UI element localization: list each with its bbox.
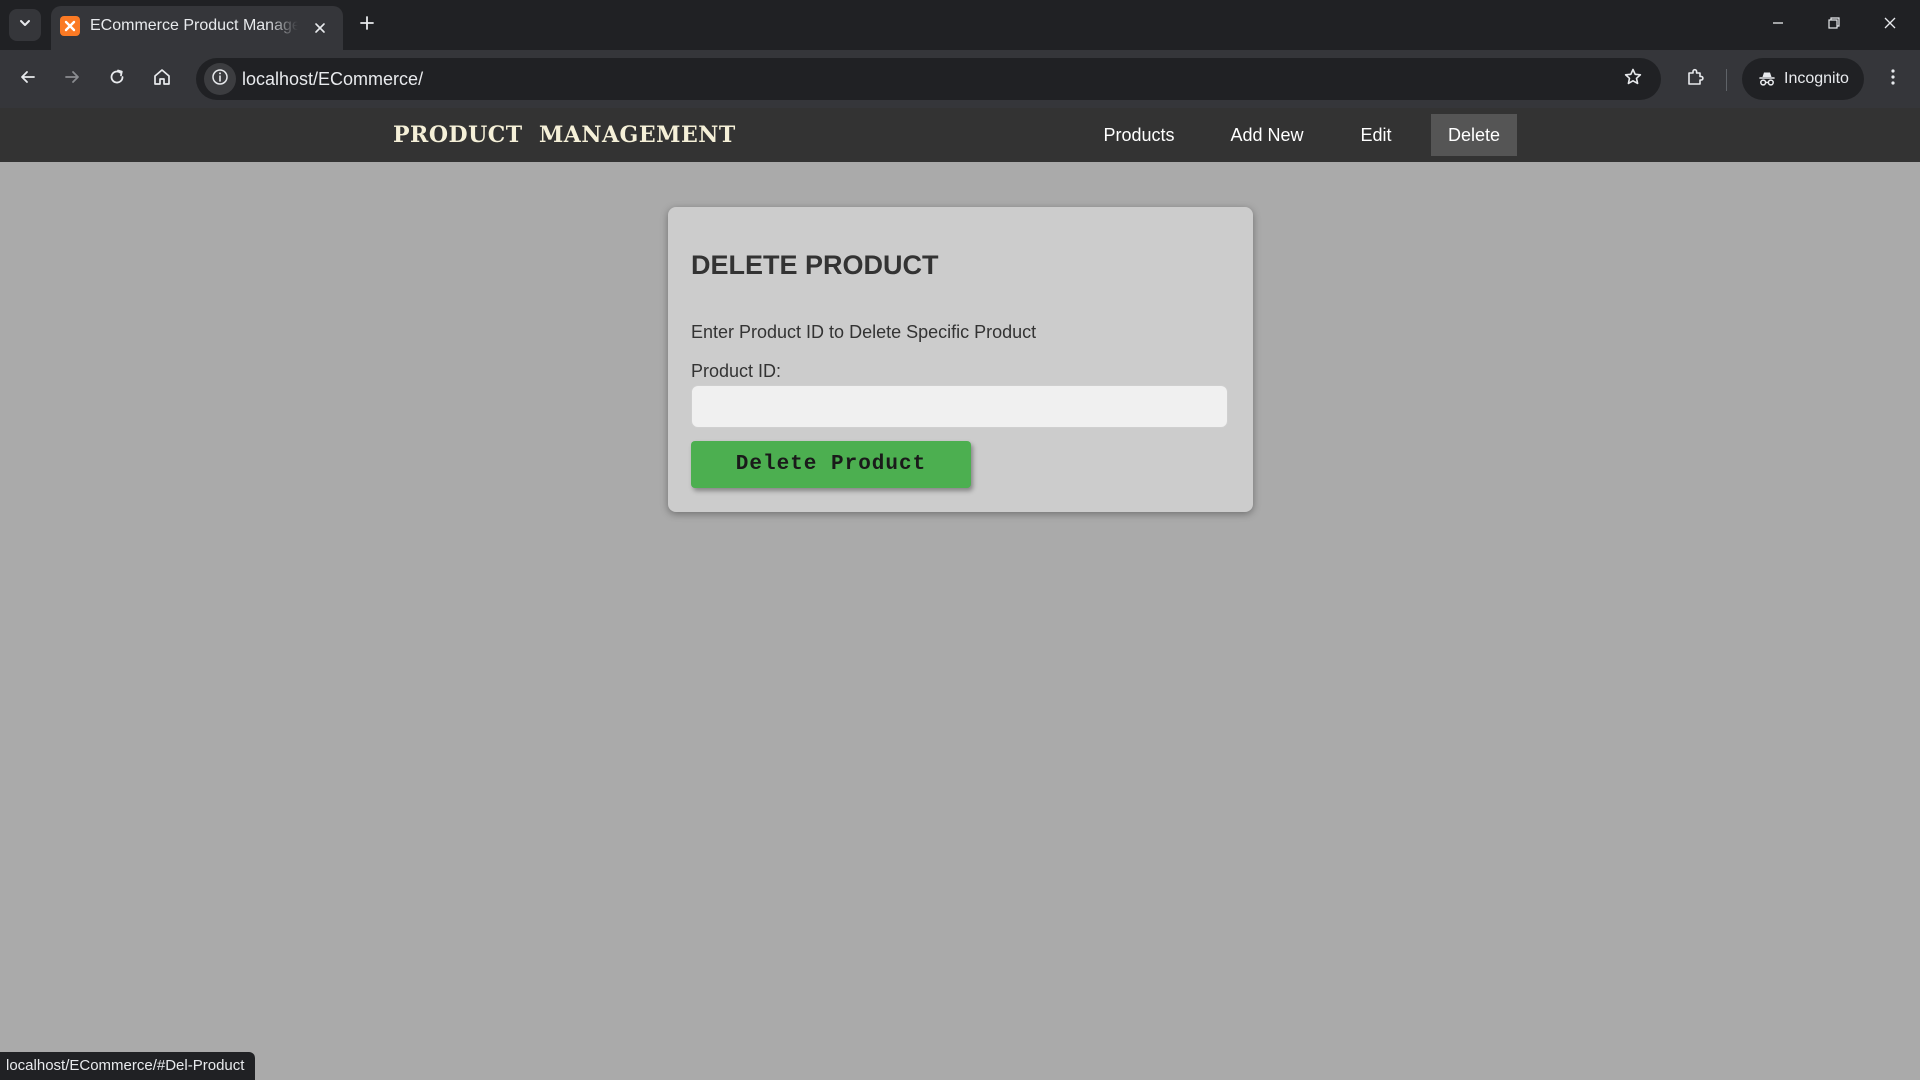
close-icon[interactable]: [309, 17, 331, 39]
restore-icon: [1827, 16, 1841, 35]
incognito-profile-button[interactable]: Incognito: [1742, 58, 1864, 100]
chevron-down-icon: [18, 16, 32, 35]
status-bar-url: localhost/ECommerce/#Del-Product: [0, 1052, 255, 1080]
back-button[interactable]: [11, 62, 45, 96]
browser-menu-button[interactable]: [1876, 62, 1910, 96]
nav-edit[interactable]: Edit: [1346, 114, 1406, 156]
delete-product-card: DELETE PRODUCT Enter Product ID to Delet…: [668, 207, 1253, 512]
site-header: PRODUCT MANAGEMENT Products Add New Edit…: [0, 108, 1920, 162]
forward-button[interactable]: [55, 62, 89, 96]
puzzle-icon: [1685, 67, 1705, 92]
url-text[interactable]: localhost/ECommerce/: [242, 69, 423, 90]
card-description: Enter Product ID to Delete Specific Prod…: [691, 322, 1037, 342]
incognito-icon: [1756, 68, 1778, 90]
reload-button[interactable]: [100, 62, 134, 96]
restore-button[interactable]: [1806, 0, 1862, 50]
incognito-label: Incognito: [1784, 70, 1849, 87]
tab-search-button[interactable]: [9, 9, 41, 41]
site-info-button[interactable]: [204, 63, 236, 95]
star-icon: [1623, 67, 1643, 92]
tab-title: ECommerce Product Management: [90, 17, 298, 34]
site-brand: PRODUCT MANAGEMENT: [393, 122, 736, 148]
window-close-button[interactable]: [1862, 0, 1918, 50]
nav-delete[interactable]: Delete: [1431, 114, 1517, 156]
address-bar[interactable]: localhost/ECommerce/: [196, 58, 1661, 100]
product-id-input[interactable]: [691, 385, 1228, 428]
nav-products[interactable]: Products: [1090, 114, 1188, 156]
xampp-icon: [60, 16, 80, 36]
new-tab-button[interactable]: [353, 11, 381, 39]
browser-tab[interactable]: ECommerce Product Management: [51, 6, 343, 50]
reload-icon: [107, 67, 127, 92]
extensions-button[interactable]: [1678, 62, 1712, 96]
bookmark-star-button[interactable]: [1617, 63, 1649, 95]
delete-product-button[interactable]: Delete Product: [691, 441, 971, 488]
toolbar-divider: [1726, 69, 1727, 91]
close-icon: [1883, 16, 1897, 35]
arrow-left-icon: [18, 67, 38, 92]
minimize-button[interactable]: [1750, 0, 1806, 50]
browser-tab-strip: ECommerce Product Management: [0, 0, 1920, 50]
home-button[interactable]: [145, 62, 179, 96]
info-icon: [211, 68, 229, 91]
product-id-label: Product ID:: [691, 361, 782, 381]
arrow-right-icon: [62, 67, 82, 92]
more-vertical-icon: [1883, 67, 1903, 92]
minimize-icon: [1771, 16, 1785, 35]
nav-add-new[interactable]: Add New: [1218, 114, 1316, 156]
plus-icon: [359, 15, 375, 36]
home-icon: [152, 67, 172, 92]
browser-toolbar: localhost/ECommerce/ Incognito: [0, 50, 1920, 108]
card-title: DELETE PRODUCT: [691, 250, 939, 280]
